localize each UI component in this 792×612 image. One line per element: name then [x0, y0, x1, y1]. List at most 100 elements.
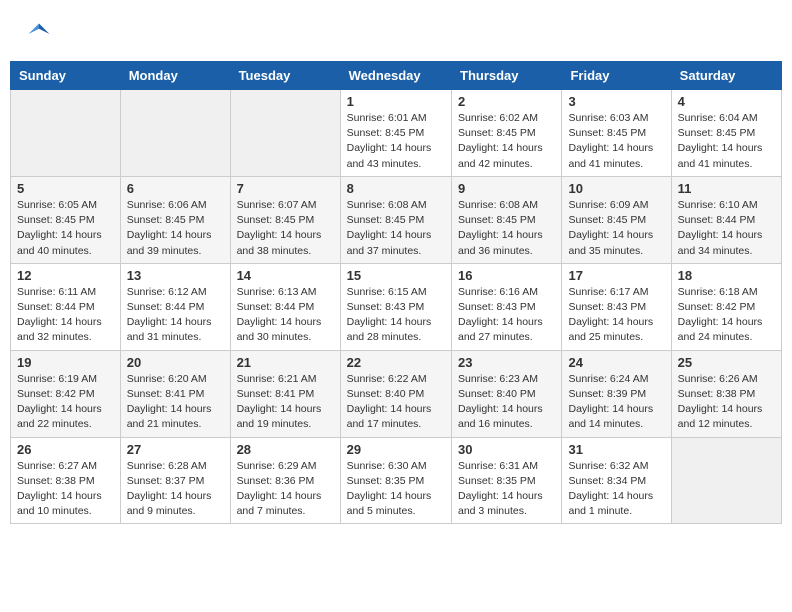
day-info: Sunrise: 6:16 AM Sunset: 8:43 PM Dayligh…: [458, 285, 555, 346]
day-number: 24: [568, 355, 664, 370]
day-info: Sunrise: 6:24 AM Sunset: 8:39 PM Dayligh…: [568, 372, 664, 433]
calendar-cell: [230, 90, 340, 177]
calendar-cell: 10 Sunrise: 6:09 AM Sunset: 8:45 PM Dayli…: [562, 176, 671, 263]
day-info: Sunrise: 6:30 AM Sunset: 8:35 PM Dayligh…: [347, 459, 445, 520]
day-number: 14: [237, 268, 334, 283]
day-number: 7: [237, 181, 334, 196]
calendar-cell: 3 Sunrise: 6:03 AM Sunset: 8:45 PM Daylig…: [562, 90, 671, 177]
day-info: Sunrise: 6:11 AM Sunset: 8:44 PM Dayligh…: [17, 285, 114, 346]
calendar-cell: 12 Sunrise: 6:11 AM Sunset: 8:44 PM Dayli…: [11, 263, 121, 350]
day-number: 29: [347, 442, 445, 457]
day-info: Sunrise: 6:04 AM Sunset: 8:45 PM Dayligh…: [678, 111, 775, 172]
calendar-week-row: 26Sunrise: 6:27 AM Sunset: 8:38 PM Dayli…: [11, 437, 782, 524]
calendar-cell: 20 Sunrise: 6:20 AM Sunset: 8:41 PM Dayli…: [120, 350, 230, 437]
calendar-cell: 21Sunrise: 6:21 AM Sunset: 8:41 PM Dayli…: [230, 350, 340, 437]
day-info: Sunrise: 6:06 AM Sunset: 8:45 PM Dayligh…: [127, 198, 224, 259]
day-info: Sunrise: 6:15 AM Sunset: 8:43 PM Dayligh…: [347, 285, 445, 346]
calendar-week-row: 1 Sunrise: 6:01 AM Sunset: 8:45 PM Daylig…: [11, 90, 782, 177]
day-info: Sunrise: 6:18 AM Sunset: 8:42 PM Dayligh…: [678, 285, 775, 346]
weekday-header: Friday: [562, 62, 671, 90]
calendar-cell: 26Sunrise: 6:27 AM Sunset: 8:38 PM Dayli…: [11, 437, 121, 524]
day-number: 20: [127, 355, 224, 370]
calendar-cell: 15 Sunrise: 6:15 AM Sunset: 8:43 PM Dayli…: [340, 263, 451, 350]
day-number: 9: [458, 181, 555, 196]
day-info: Sunrise: 6:10 AM Sunset: 8:44 PM Dayligh…: [678, 198, 775, 259]
day-number: 6: [127, 181, 224, 196]
day-info: Sunrise: 6:09 AM Sunset: 8:45 PM Dayligh…: [568, 198, 664, 259]
calendar-cell: 6 Sunrise: 6:06 AM Sunset: 8:45 PM Daylig…: [120, 176, 230, 263]
calendar-week-row: 5 Sunrise: 6:05 AM Sunset: 8:45 PM Daylig…: [11, 176, 782, 263]
calendar-cell: [11, 90, 121, 177]
day-number: 27: [127, 442, 224, 457]
calendar-cell: 14 Sunrise: 6:13 AM Sunset: 8:44 PM Dayli…: [230, 263, 340, 350]
calendar-cell: 22 Sunrise: 6:22 AM Sunset: 8:40 PM Dayli…: [340, 350, 451, 437]
calendar-cell: 13 Sunrise: 6:12 AM Sunset: 8:44 PM Dayli…: [120, 263, 230, 350]
day-info: Sunrise: 6:05 AM Sunset: 8:45 PM Dayligh…: [17, 198, 114, 259]
calendar-cell: 23Sunrise: 6:23 AM Sunset: 8:40 PM Dayli…: [452, 350, 562, 437]
calendar-cell: 18Sunrise: 6:18 AM Sunset: 8:42 PM Dayli…: [671, 263, 781, 350]
day-info: Sunrise: 6:01 AM Sunset: 8:45 PM Dayligh…: [347, 111, 445, 172]
weekday-header: Wednesday: [340, 62, 451, 90]
day-number: 31: [568, 442, 664, 457]
weekday-header: Monday: [120, 62, 230, 90]
calendar-cell: 7Sunrise: 6:07 AM Sunset: 8:45 PM Daylig…: [230, 176, 340, 263]
calendar-cell: 24 Sunrise: 6:24 AM Sunset: 8:39 PM Dayli…: [562, 350, 671, 437]
calendar-cell: 16 Sunrise: 6:16 AM Sunset: 8:43 PM Dayli…: [452, 263, 562, 350]
day-info: Sunrise: 6:03 AM Sunset: 8:45 PM Dayligh…: [568, 111, 664, 172]
day-number: 26: [17, 442, 114, 457]
day-info: Sunrise: 6:31 AM Sunset: 8:35 PM Dayligh…: [458, 459, 555, 520]
day-info: Sunrise: 6:22 AM Sunset: 8:40 PM Dayligh…: [347, 372, 445, 433]
day-info: Sunrise: 6:29 AM Sunset: 8:36 PM Dayligh…: [237, 459, 334, 520]
day-info: Sunrise: 6:13 AM Sunset: 8:44 PM Dayligh…: [237, 285, 334, 346]
calendar-cell: 27Sunrise: 6:28 AM Sunset: 8:37 PM Dayli…: [120, 437, 230, 524]
logo: [25, 20, 57, 48]
day-number: 4: [678, 94, 775, 109]
day-number: 21: [237, 355, 334, 370]
day-number: 19: [17, 355, 114, 370]
day-number: 25: [678, 355, 775, 370]
day-number: 13: [127, 268, 224, 283]
day-info: Sunrise: 6:19 AM Sunset: 8:42 PM Dayligh…: [17, 372, 114, 433]
day-number: 10: [568, 181, 664, 196]
day-info: Sunrise: 6:32 AM Sunset: 8:34 PM Dayligh…: [568, 459, 664, 520]
calendar-week-row: 12 Sunrise: 6:11 AM Sunset: 8:44 PM Dayli…: [11, 263, 782, 350]
day-info: Sunrise: 6:17 AM Sunset: 8:43 PM Dayligh…: [568, 285, 664, 346]
weekday-header: Saturday: [671, 62, 781, 90]
calendar-cell: 28 Sunrise: 6:29 AM Sunset: 8:36 PM Dayli…: [230, 437, 340, 524]
day-number: 22: [347, 355, 445, 370]
day-number: 16: [458, 268, 555, 283]
day-number: 3: [568, 94, 664, 109]
calendar-cell: 11Sunrise: 6:10 AM Sunset: 8:44 PM Dayli…: [671, 176, 781, 263]
day-info: Sunrise: 6:08 AM Sunset: 8:45 PM Dayligh…: [347, 198, 445, 259]
day-info: Sunrise: 6:12 AM Sunset: 8:44 PM Dayligh…: [127, 285, 224, 346]
calendar-header-row: SundayMondayTuesdayWednesdayThursdayFrid…: [11, 62, 782, 90]
day-number: 8: [347, 181, 445, 196]
day-number: 17: [568, 268, 664, 283]
day-number: 5: [17, 181, 114, 196]
calendar-cell: 5 Sunrise: 6:05 AM Sunset: 8:45 PM Daylig…: [11, 176, 121, 263]
day-number: 1: [347, 94, 445, 109]
calendar-week-row: 19 Sunrise: 6:19 AM Sunset: 8:42 PM Dayli…: [11, 350, 782, 437]
calendar-cell: 25 Sunrise: 6:26 AM Sunset: 8:38 PM Dayli…: [671, 350, 781, 437]
calendar-cell: 17 Sunrise: 6:17 AM Sunset: 8:43 PM Dayli…: [562, 263, 671, 350]
day-info: Sunrise: 6:02 AM Sunset: 8:45 PM Dayligh…: [458, 111, 555, 172]
logo-icon: [25, 20, 53, 48]
calendar-cell: 4 Sunrise: 6:04 AM Sunset: 8:45 PM Daylig…: [671, 90, 781, 177]
day-number: 15: [347, 268, 445, 283]
calendar-cell: [671, 437, 781, 524]
day-number: 28: [237, 442, 334, 457]
page-header: [10, 10, 782, 53]
calendar-cell: 30Sunrise: 6:31 AM Sunset: 8:35 PM Dayli…: [452, 437, 562, 524]
day-number: 2: [458, 94, 555, 109]
day-info: Sunrise: 6:08 AM Sunset: 8:45 PM Dayligh…: [458, 198, 555, 259]
day-number: 12: [17, 268, 114, 283]
weekday-header: Sunday: [11, 62, 121, 90]
calendar-cell: 9 Sunrise: 6:08 AM Sunset: 8:45 PM Daylig…: [452, 176, 562, 263]
calendar-cell: 8 Sunrise: 6:08 AM Sunset: 8:45 PM Daylig…: [340, 176, 451, 263]
calendar-cell: [120, 90, 230, 177]
weekday-header: Thursday: [452, 62, 562, 90]
day-info: Sunrise: 6:26 AM Sunset: 8:38 PM Dayligh…: [678, 372, 775, 433]
day-info: Sunrise: 6:20 AM Sunset: 8:41 PM Dayligh…: [127, 372, 224, 433]
day-info: Sunrise: 6:23 AM Sunset: 8:40 PM Dayligh…: [458, 372, 555, 433]
calendar-table: SundayMondayTuesdayWednesdayThursdayFrid…: [10, 61, 782, 524]
